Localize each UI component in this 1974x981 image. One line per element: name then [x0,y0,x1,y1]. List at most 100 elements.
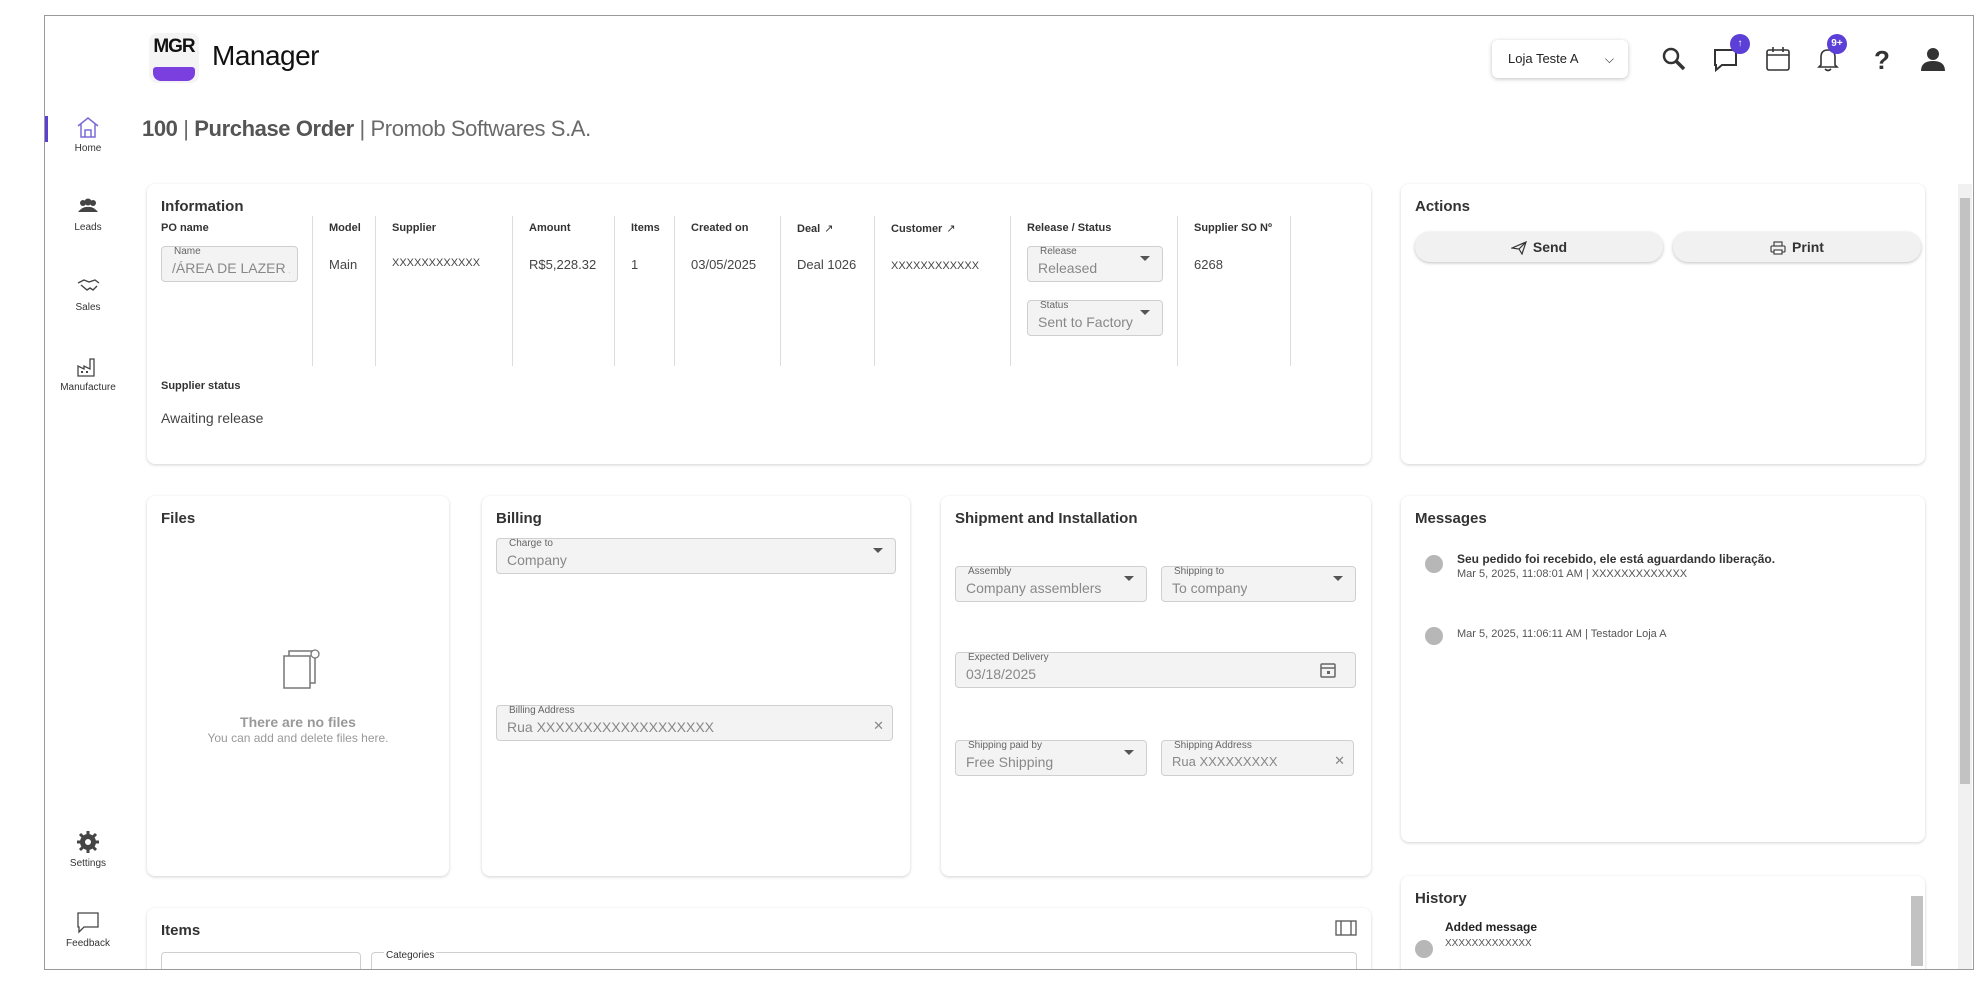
svg-text:?: ? [1874,45,1890,74]
col-supplier-so: Supplier SO Nº [1194,222,1272,234]
doc-type: Purchase Order [194,116,354,141]
column-divider [512,216,513,366]
history-scrollbar[interactable] [1911,896,1923,966]
field-value: Sent to Factory [1038,314,1133,330]
gear-icon [77,831,99,853]
items-search-field[interactable] [161,952,361,969]
column-divider [780,216,781,366]
field-value: Company assemblers [966,580,1102,596]
categories-select[interactable]: Categories [371,950,1357,969]
shipping-paid-select[interactable]: Shipping paid by Free Shipping [955,740,1147,776]
col-created-on: Created on [691,222,749,234]
sidebar-item-leads[interactable]: Leads [45,193,131,233]
assembly-select[interactable]: Assembly Company assemblers [955,566,1147,602]
field-value: To company [1172,580,1248,596]
information-title: Information [161,198,244,215]
column-divider [874,216,875,366]
col-items: Items [631,222,660,234]
message-meta: Mar 5, 2025, 11:06:11 AM | Testador Loja… [1457,628,1667,640]
avatar [1425,627,1443,645]
field-label: Expected Delivery [968,652,1049,663]
shipment-card: Shipment and Installation Assembly Compa… [941,496,1371,876]
column-divider [375,216,376,366]
calendar-icon[interactable] [1319,661,1337,679]
store-selector[interactable]: Loja Teste A ⌵ [1492,40,1628,78]
col-po-name: PO name [161,222,209,234]
history-entry-title: Added message [1445,920,1538,934]
avatar [1425,555,1443,573]
sidebar-item-label: Settings [69,858,107,869]
messages-upload-button[interactable]: ↑ [1712,34,1750,74]
sidebar-item-label: Feedback [66,938,110,949]
home-icon [77,117,99,138]
shipping-address-field[interactable]: Shipping Address Rua XXXXXXXXX ✕ [1161,740,1354,776]
col-supplier: Supplier [392,222,437,234]
empty-files-icon [283,649,320,689]
col-deal[interactable]: Deal ↗ [797,222,833,235]
empty-files-subtitle: You can add and delete files here. [207,731,389,745]
col-amount: Amount [529,222,571,234]
po-number: 100 [142,116,178,141]
print-label: Print [1792,239,1824,255]
sidebar-item-label: Leads [74,222,102,233]
supplier-value: XXXXXXXXXXXX [392,257,481,269]
field-label: Shipping paid by [968,740,1042,751]
clear-icon[interactable]: ✕ [1334,753,1345,769]
calendar-icon[interactable] [1763,44,1793,74]
app-logo: MGR [149,33,199,83]
release-select[interactable]: Release Released [1027,246,1163,282]
app-window: Home Leads Sales Manufacture Settings Fe… [44,15,1974,970]
shipping-to-select[interactable]: Shipping to To company [1161,566,1356,602]
column-divider [312,216,313,366]
columns-icon[interactable] [1335,920,1357,936]
external-link-icon[interactable]: ↗ [946,223,955,235]
billing-address-field[interactable]: Billing Address Rua XXXXXXXXXXXXXXXXXXX … [496,705,893,741]
field-value: Free Shipping [966,754,1054,770]
store-selector-label: Loja Teste A [1508,51,1579,66]
deal-value[interactable]: Deal 1026 [797,257,856,272]
po-name-field[interactable]: Name /ÁREA DE LAZER / [161,246,298,282]
send-label: Send [1532,239,1568,255]
supplier-so-value: 6268 [1194,257,1223,272]
dropdown-caret-icon [1124,576,1134,581]
column-divider [1290,216,1291,366]
company-name: Promob Softwares S.A. [370,116,592,141]
information-card: Information PO name Model Supplier Amoun… [147,184,1371,464]
expected-delivery-field[interactable]: Expected Delivery 03/18/2025 [955,652,1356,688]
col-release-status: Release / Status [1027,222,1112,234]
clear-icon[interactable]: ✕ [873,718,884,734]
page-scrollbar-thumb[interactable] [1960,198,1970,784]
model-value: Main [329,257,358,272]
sidebar-item-manufacture[interactable]: Manufacture [45,353,131,393]
dropdown-caret-icon [873,548,883,553]
column-divider [1010,216,1011,366]
field-label: Name [174,246,201,257]
sidebar-item-feedback[interactable]: Feedback [45,909,131,949]
field-value: Rua XXXXXXXXXXXXXXXXXXX [507,719,714,735]
dropdown-caret-icon [1124,750,1134,755]
charge-to-select[interactable]: Charge to Company [496,538,896,574]
col-customer-label: Customer [891,223,943,235]
notifications-badge: 9+ [1827,34,1847,54]
page-title: 100 | Purchase Order | Promob Softwares … [142,116,591,142]
field-label: Shipping Address [1174,740,1252,751]
sidebar-item-settings[interactable]: Settings [45,829,131,869]
print-button[interactable]: Print [1673,232,1921,262]
external-link-icon[interactable]: ↗ [824,223,833,235]
page-scrollbar-track[interactable] [1958,184,1972,969]
supplier-status-value: Awaiting release [161,410,264,426]
send-button[interactable]: Send [1415,232,1663,262]
column-divider [614,216,615,366]
notifications-button[interactable]: 9+ [1813,34,1847,74]
sidebar-item-home[interactable]: Home [45,114,131,154]
status-select[interactable]: Status Sent to Factory [1027,300,1163,336]
sidebar-item-sales[interactable]: Sales [45,273,131,313]
shipment-title: Shipment and Installation [955,510,1138,527]
chat-bubble-icon [77,912,99,934]
col-customer[interactable]: Customer ↗ [891,222,956,235]
search-icon[interactable] [1659,44,1689,74]
field-label: Assembly [968,566,1012,577]
sidebar: Home Leads Sales Manufacture Settings Fe… [45,16,131,969]
user-icon[interactable] [1918,44,1948,74]
help-icon[interactable]: ? [1867,44,1897,74]
